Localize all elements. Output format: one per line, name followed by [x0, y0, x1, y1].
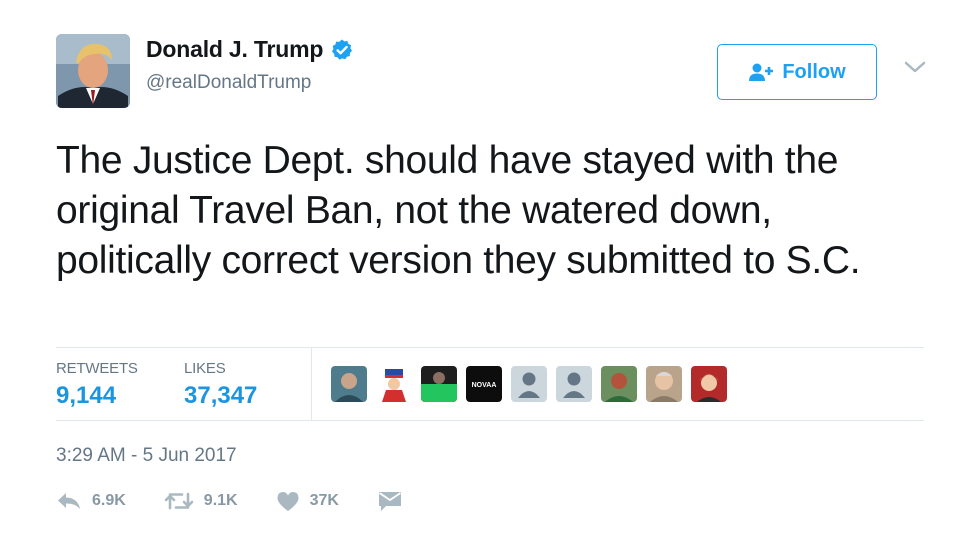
retweet-button[interactable]: 9.1K — [164, 491, 238, 511]
follow-button-label: Follow — [782, 60, 846, 83]
liker-avatar-6[interactable] — [556, 366, 592, 402]
display-name[interactable]: Donald J. Trump — [146, 36, 323, 63]
like-button[interactable]: 37K — [276, 491, 339, 512]
likes-count: 37,347 — [184, 382, 258, 409]
liker-avatar-3[interactable] — [421, 366, 457, 402]
follow-button[interactable]: Follow — [717, 44, 877, 100]
likes-stat[interactable]: LIKES 37,347 — [184, 360, 257, 410]
liker-avatar-9[interactable] — [691, 366, 727, 402]
avatar[interactable] — [56, 34, 130, 108]
svg-text:NOVAA: NOVAA — [472, 382, 497, 389]
reply-button[interactable]: 6.9K — [56, 491, 126, 511]
heart-icon — [277, 491, 299, 511]
reply-count: 6.9K — [92, 492, 126, 509]
likes-label: LIKES — [184, 360, 226, 377]
liker-avatar-8[interactable] — [646, 366, 682, 402]
tweet-text: The Justice Dept. should have stayed wit… — [56, 139, 861, 282]
avatar-image — [56, 34, 130, 108]
direct-message-button[interactable] — [377, 490, 403, 512]
retweet-icon — [164, 492, 194, 510]
tweet-actions: 6.9K 9.1K 37K — [56, 490, 441, 512]
retweets-count: 9,144 — [56, 382, 117, 409]
liker-avatars: NOVAA — [331, 366, 736, 402]
liker-avatar-7[interactable] — [601, 366, 637, 402]
liker-avatar-1[interactable] — [331, 366, 367, 402]
like-count: 37K — [309, 492, 339, 509]
liker-avatar-5[interactable] — [511, 366, 547, 402]
retweets-stat[interactable]: RETWEETS 9,144 — [56, 360, 138, 410]
liker-avatar-4[interactable]: NOVAA — [466, 366, 502, 402]
user-info[interactable]: Donald J. Trump @realDonaldTrump — [146, 36, 354, 94]
reply-icon — [58, 493, 80, 509]
stats-divider — [311, 348, 312, 420]
user-handle[interactable]: @realDonaldTrump — [146, 72, 354, 94]
retweet-count: 9.1K — [203, 492, 238, 509]
envelope-icon — [378, 492, 401, 511]
tweet-stats: RETWEETS 9,144 LIKES 37,347 NOVAA — [56, 347, 924, 421]
chevron-down-icon[interactable] — [904, 60, 926, 74]
retweets-label: RETWEETS — [56, 360, 138, 377]
verified-badge-icon — [332, 39, 353, 60]
add-user-icon — [749, 63, 774, 81]
liker-avatar-2[interactable] — [376, 366, 412, 402]
tweet-timestamp[interactable]: 3:29 AM - 5 Jun 2017 — [56, 445, 237, 467]
